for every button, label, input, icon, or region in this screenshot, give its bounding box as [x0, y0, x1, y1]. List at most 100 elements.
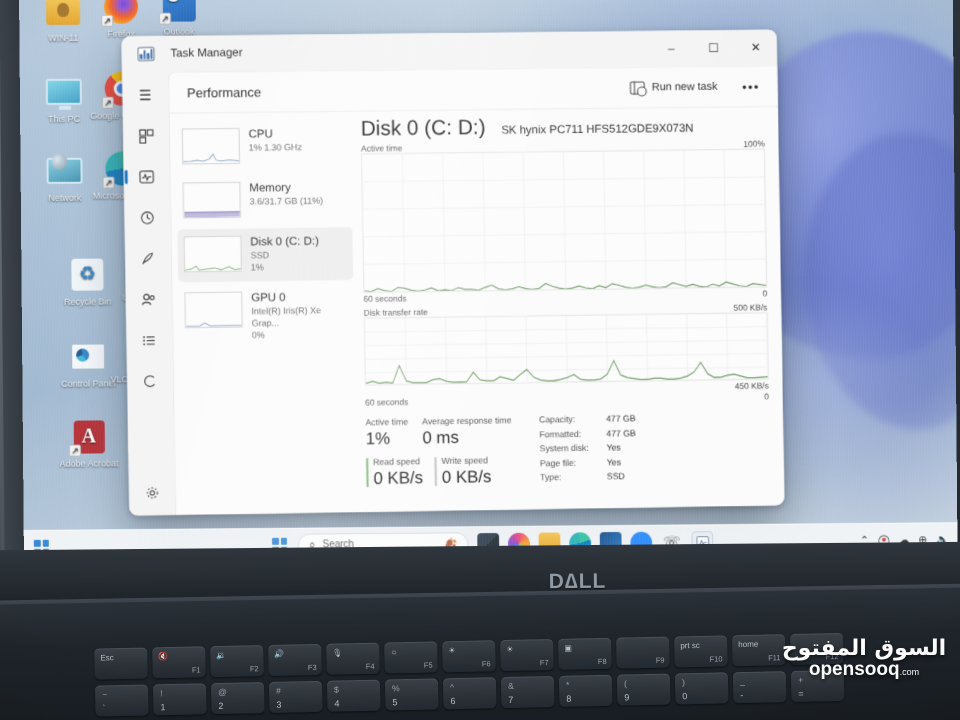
window-title: Task Manager [170, 47, 243, 60]
device-item-disk-0[interactable]: Disk 0 (C: D:) SSD 1% [177, 227, 354, 283]
stat-active-time: Active time 1% [365, 415, 422, 449]
window-titlebar[interactable]: Task Manager – ☐ ✕ [121, 29, 778, 73]
device-sub: 3.6/31.7 GB (11%) [249, 195, 324, 207]
key-f4[interactable]: 🎙 F4 [326, 642, 380, 675]
key-f3[interactable]: 🔊 F3 [268, 643, 322, 676]
laptop-screen: WIN-11 ↗ Firefox ↗ Outlook This PC ↗ Goo… [18, 0, 958, 564]
cpu-mini-graph [181, 127, 241, 165]
device-sub: SSD [250, 250, 270, 261]
card-header: Performance Run new task ••• [169, 66, 778, 113]
key-f11[interactable]: home F11 [732, 634, 786, 667]
stat-read-speed: Read speed 0 KB/s [366, 455, 435, 489]
key-f1[interactable]: 🔇 F1 [152, 646, 206, 679]
key-f6[interactable]: ☀ F6 [442, 640, 496, 673]
device-list: CPU 1% 1.30 GHz Memory 3.6/31.7 GB (11%)… [170, 112, 358, 515]
key-7[interactable]: & 7 [500, 675, 555, 709]
sidebar-item-users[interactable] [134, 287, 164, 313]
property-key: Page file: [539, 457, 577, 468]
details-list-icon [143, 336, 155, 346]
property-value: SSD [606, 471, 625, 482]
stat-label: Average response time [421, 415, 512, 427]
page-title: Performance [186, 84, 262, 101]
key-f8[interactable]: ▣ F8 [558, 637, 612, 670]
sidebar-item-performance[interactable] [131, 164, 161, 190]
transfer-rate-gridline: 450 KB/s [734, 380, 769, 391]
sidebar-item-processes[interactable] [131, 123, 161, 149]
desktop-icon-outlook[interactable]: ↗ Outlook [141, 0, 217, 37]
clock-history-icon [141, 211, 154, 225]
minimize-button[interactable]: – [650, 30, 693, 66]
key-8[interactable]: * 8 [558, 674, 613, 707]
recycle-bin-icon: ♻ [68, 256, 106, 294]
outlook-icon: ↗ [158, 0, 198, 25]
users-icon [142, 294, 155, 306]
active-time-x-left: 60 seconds [363, 293, 407, 304]
cpu-sparkline [183, 153, 241, 163]
key-f2[interactable]: 🔉 F2 [210, 645, 264, 678]
card-main: CPU 1% 1.30 GHz Memory 3.6/31.7 GB (11%)… [170, 107, 785, 515]
sidebar-item-services[interactable] [135, 368, 165, 394]
sidebar-item-details[interactable] [134, 327, 164, 353]
stats-left-group: Active time 1% Average response time 0 m… [365, 414, 526, 489]
active-time-label: Active time [360, 142, 403, 154]
run-new-task-button[interactable]: Run new task [621, 76, 726, 98]
transfer-rate-max: 500 KB/s [733, 302, 768, 313]
content-card: Performance Run new task ••• CPU 1% 1.30… [167, 65, 785, 515]
key-1[interactable]: ! 1 [152, 683, 207, 716]
key-f5[interactable]: ☼ F5 [384, 641, 438, 674]
stat-label: Read speed [373, 456, 421, 467]
sidebar-item-app-history[interactable] [132, 205, 162, 231]
detail-pane: Disk 0 (C: D:) SK hynix PC711 HFS512GDE9… [350, 107, 784, 512]
device-item-gpu-0[interactable]: GPU 0 Intel(R) Iris(R) Xe Grap... 0% [178, 283, 354, 350]
rocket-icon [142, 253, 154, 265]
watermark-arabic: السوق المفتوح [781, 636, 947, 661]
property-value: 477 GB [606, 427, 636, 439]
device-sub-2: 1% [250, 262, 264, 273]
property-value: 477 GB [605, 413, 636, 424]
sidebar-item-startup-apps[interactable] [133, 246, 163, 272]
property-value: Yes [606, 442, 621, 453]
hamburger-icon[interactable]: ☰ [130, 82, 160, 108]
key-5[interactable]: % 5 [384, 678, 439, 711]
device-sub: Intel(R) Iris(R) Xe Grap... [251, 305, 322, 329]
key-f10[interactable]: prt sc F10 [674, 635, 728, 668]
detail-header: Disk 0 (C: D:) SK hynix PC711 HFS512GDE9… [361, 113, 765, 142]
key-f7[interactable]: ☀ F7 [500, 638, 554, 672]
key-2[interactable]: @2 [210, 682, 265, 715]
gear-icon [146, 487, 158, 499]
key-backtick[interactable]: ~ ` [94, 684, 149, 717]
transfer-rate-x-left: 60 seconds [365, 396, 409, 408]
key-esc[interactable]: Esc [94, 647, 148, 680]
key-9[interactable]: (9 [616, 673, 671, 706]
key-f9[interactable]: F9 [616, 636, 670, 669]
acrobat-icon: A ↗ [68, 417, 108, 457]
more-options-button[interactable]: ••• [736, 77, 766, 96]
maximize-button[interactable]: ☐ [692, 30, 735, 66]
performance-icon [139, 170, 155, 184]
stat-value: 1% [365, 428, 391, 449]
device-item-memory[interactable]: Memory 3.6/31.7 GB (11%) [177, 173, 353, 226]
key-minus[interactable]: _ - [732, 671, 787, 704]
header-actions: Run new task ••• [621, 76, 766, 98]
device-item-cpu[interactable]: CPU 1% 1.30 GHz [176, 120, 352, 173]
close-button[interactable]: ✕ [734, 29, 777, 65]
stat-value: 0 KB/s [441, 467, 492, 487]
property-key: Capacity: [539, 414, 576, 425]
device-name: GPU 0 [251, 291, 286, 305]
gpu-mini-graph [184, 291, 243, 329]
gpu-sparkline [186, 322, 243, 328]
settings-button[interactable] [137, 479, 167, 505]
laptop-photo: WIN-11 ↗ Firefox ↗ Outlook This PC ↗ Goo… [0, 0, 960, 720]
stat-label: Active time [365, 416, 409, 428]
run-new-task-icon [630, 81, 646, 95]
device-name: Memory [249, 182, 291, 195]
stat-label: Write speed [441, 455, 488, 466]
window-controls: – ☐ ✕ [650, 29, 777, 66]
key-6[interactable]: ^ 6 [442, 677, 497, 710]
key-0[interactable]: ) 0 [674, 672, 729, 705]
watermark-brand: opensooq [808, 659, 900, 680]
this-pc-icon [45, 73, 83, 111]
watermark: السوق المفتوح opensooq.com [780, 636, 948, 681]
key-4[interactable]: $4 [326, 679, 381, 712]
key-3[interactable]: #3 [268, 680, 323, 713]
